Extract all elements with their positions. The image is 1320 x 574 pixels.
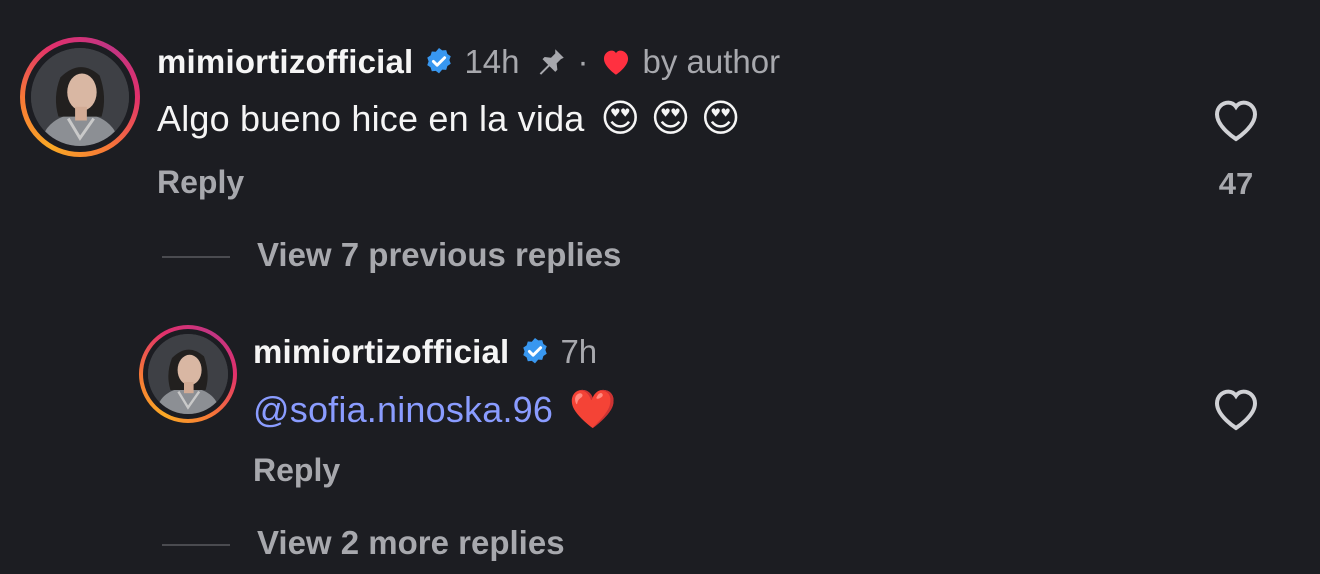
liked-by-author-label: by author bbox=[642, 43, 781, 80]
red-heart-emoji: ❤️ bbox=[569, 389, 617, 431]
heart-outline-icon[interactable] bbox=[1210, 96, 1262, 144]
view-more-replies-button[interactable]: View 2 more replies bbox=[257, 524, 565, 562]
profile-photo bbox=[31, 48, 129, 146]
replies-divider bbox=[162, 256, 230, 258]
pin-icon bbox=[534, 45, 568, 79]
meta-separator: · bbox=[577, 43, 589, 80]
comment-username[interactable]: mimiortizofficial bbox=[157, 43, 413, 81]
comment-time: 14h bbox=[464, 43, 520, 80]
comment-username[interactable]: mimiortizofficial bbox=[253, 333, 509, 371]
verified-badge-icon bbox=[423, 46, 455, 78]
comment-text: Algo bueno hice en la vida bbox=[157, 98, 585, 139]
view-previous-replies-button[interactable]: View 7 previous replies bbox=[257, 236, 621, 274]
verified-badge-icon bbox=[519, 336, 551, 368]
heart-eyes-emojis: 😍 😍 😍 bbox=[600, 98, 741, 140]
like-count: 47 bbox=[1218, 166, 1254, 201]
heart-outline-icon[interactable] bbox=[1210, 385, 1262, 433]
heart-filled-icon bbox=[599, 45, 633, 79]
reply-button[interactable]: Reply bbox=[157, 164, 244, 201]
profile-photo bbox=[148, 334, 228, 414]
avatar[interactable] bbox=[139, 325, 237, 423]
replies-divider bbox=[162, 544, 230, 546]
comment-time: 7h bbox=[560, 333, 598, 370]
reply-button[interactable]: Reply bbox=[253, 452, 340, 489]
mention-link[interactable]: @sofia.ninoska.96 bbox=[253, 389, 553, 431]
avatar[interactable] bbox=[20, 37, 140, 157]
